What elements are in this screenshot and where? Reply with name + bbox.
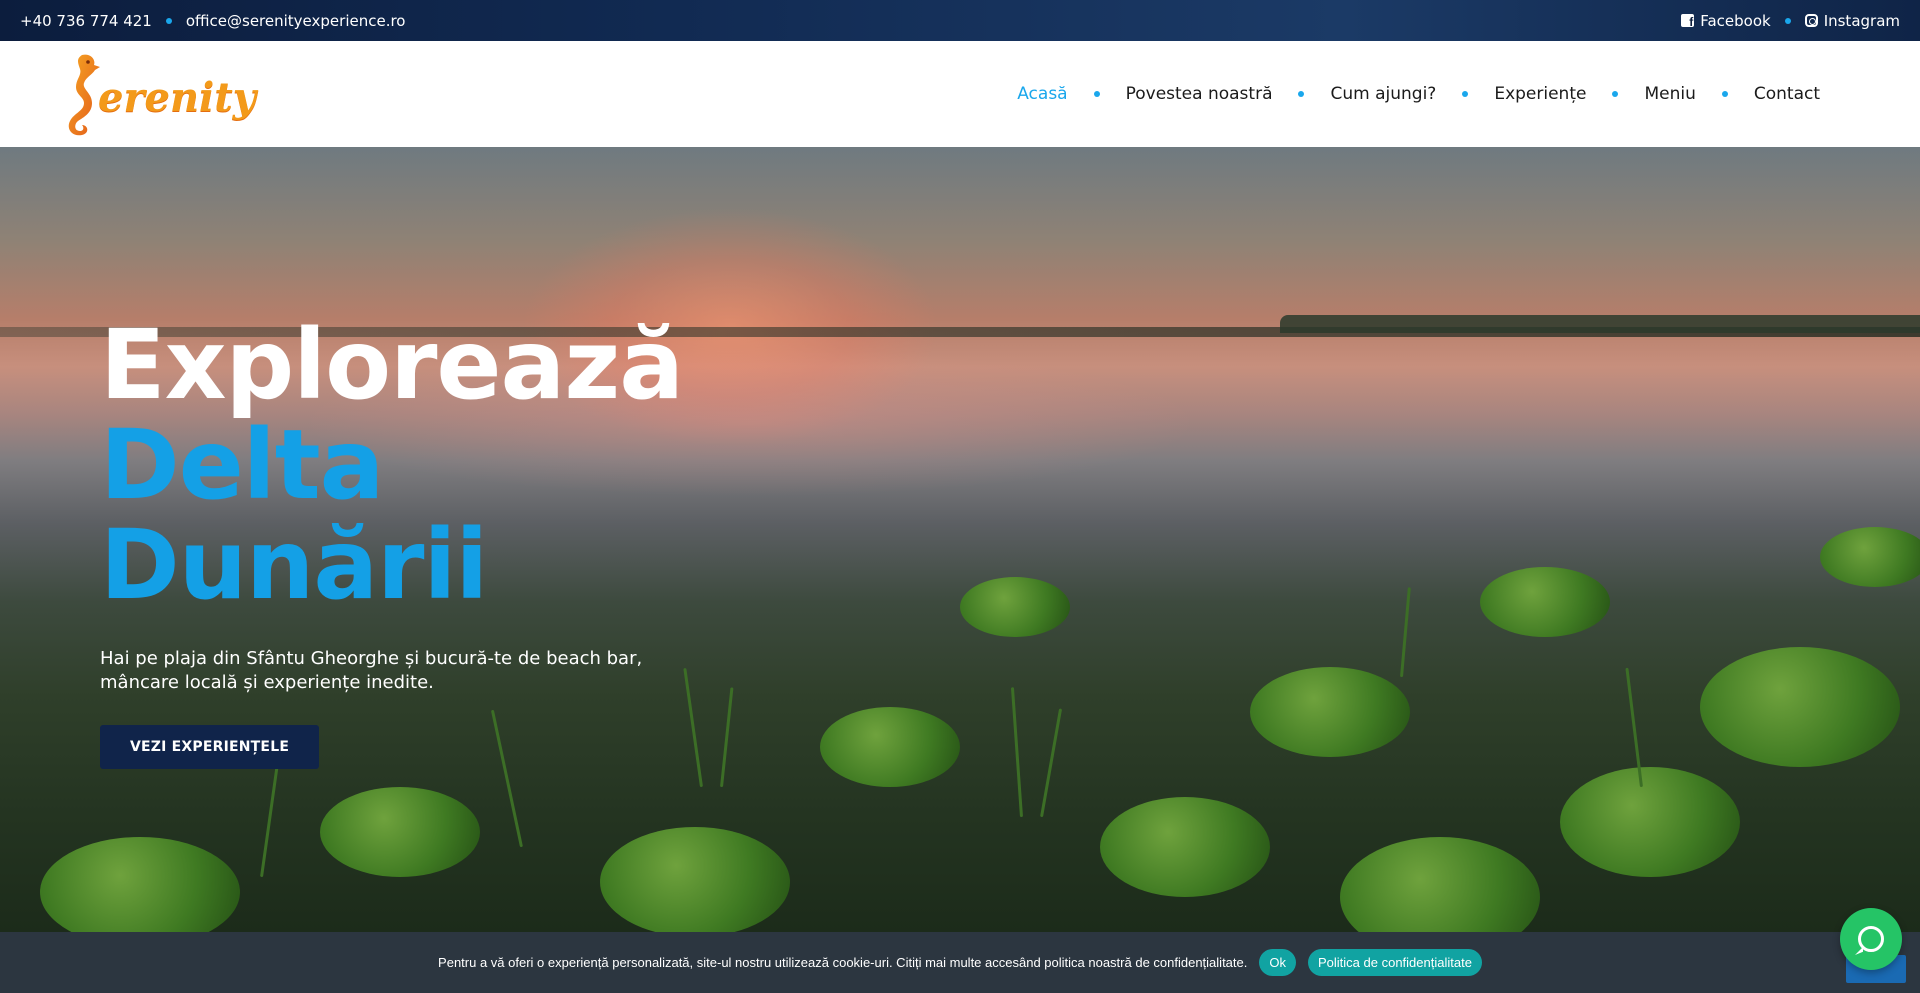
main-header: erenity Acasă Povestea noastră Cum ajung… [0, 41, 1920, 147]
facebook-label: Facebook [1700, 11, 1771, 30]
lily-pad [1340, 837, 1540, 932]
whatsapp-button[interactable] [1840, 908, 1902, 970]
nav-separator-dot [1093, 91, 1100, 97]
treeline [1280, 315, 1920, 333]
phone-link[interactable]: +40 736 774 421 [20, 12, 152, 30]
lily-pad [820, 707, 960, 787]
separator-dot [1784, 17, 1791, 24]
instagram-icon [1804, 14, 1818, 27]
nav-separator-dot [1298, 91, 1305, 97]
logo-text: erenity [98, 74, 256, 121]
nav-item-story[interactable]: Povestea noastră [1126, 84, 1273, 104]
nav-item-directions[interactable]: Cum ajungi? [1330, 84, 1436, 104]
separator-dot [165, 17, 172, 24]
reed [720, 687, 734, 788]
lily-pad [960, 577, 1070, 637]
reed [1040, 708, 1063, 818]
lily-pad [1480, 567, 1610, 637]
nav-separator-dot [1721, 91, 1728, 97]
instagram-label: Instagram [1823, 11, 1900, 30]
reed [1400, 587, 1411, 678]
cookie-consent-bar: Pentru a vă oferi o experiență personali… [0, 932, 1920, 993]
nav-separator-dot [1612, 91, 1619, 97]
contact-group: +40 736 774 421 office@serenityexperienc… [20, 12, 405, 30]
lily-pad [1820, 527, 1920, 587]
hero-content: Explorează Delta Dunării Hai pe plaja di… [100, 315, 720, 769]
nav-item-menu[interactable]: Meniu [1644, 84, 1695, 104]
hero-title-line1: Explorează [100, 309, 684, 421]
lily-pad [1700, 647, 1900, 767]
lily-pad [1560, 767, 1740, 877]
hero-section: Explorează Delta Dunării Hai pe plaja di… [0, 147, 1920, 932]
reed [1010, 687, 1023, 818]
hero-subtitle: Hai pe plaja din Sfântu Gheorghe și bucu… [100, 648, 643, 693]
top-bar: +40 736 774 421 office@serenityexperienc… [0, 0, 1920, 41]
lily-pad [600, 827, 790, 932]
privacy-policy-button[interactable]: Politica de confidențialitate [1308, 949, 1482, 976]
nav-item-experiences[interactable]: Experiențe [1494, 84, 1586, 104]
view-experiences-button[interactable]: VEZI EXPERIENȚELE [100, 725, 320, 769]
social-group: Facebook Instagram [1681, 12, 1900, 30]
hero-title: Explorează Delta Dunării [100, 315, 720, 615]
whatsapp-icon [1858, 926, 1884, 952]
lily-pad [1100, 797, 1270, 897]
hero-title-line3: Dunării [100, 509, 488, 621]
nav-item-home[interactable]: Acasă [1017, 84, 1067, 104]
nav-item-contact[interactable]: Contact [1754, 84, 1820, 104]
cookie-ok-button[interactable]: Ok [1259, 949, 1296, 976]
cookie-text: Pentru a vă oferi o experiență personali… [438, 955, 1248, 970]
lily-pad [1250, 667, 1410, 757]
site-logo[interactable]: erenity [62, 51, 256, 137]
lily-pad [320, 787, 480, 877]
nav-separator-dot [1462, 91, 1469, 97]
instagram-link[interactable]: Instagram [1804, 11, 1900, 30]
facebook-icon [1681, 14, 1695, 29]
email-link[interactable]: office@serenityexperience.ro [186, 12, 406, 30]
facebook-link[interactable]: Facebook [1681, 11, 1771, 30]
main-nav: Acasă Povestea noastră Cum ajungi? Exper… [1017, 84, 1820, 104]
hero-title-line2: Delta [100, 409, 384, 521]
lily-pad [40, 837, 240, 932]
